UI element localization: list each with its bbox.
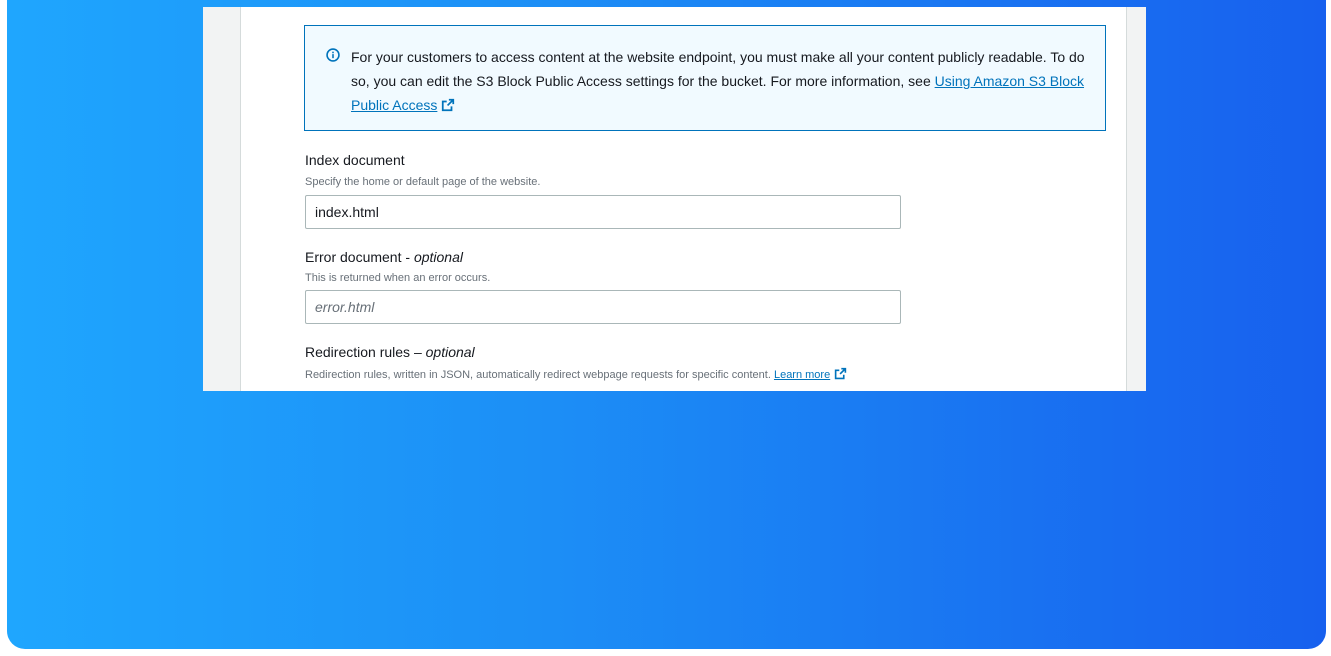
redirection-rules-label: Redirection rules – optional [305,344,475,360]
static-website-settings-panel: For your customers to access content at … [240,7,1127,391]
error-document-label: Error document - optional [305,249,463,265]
error-document-input[interactable] [305,290,901,324]
index-document-input[interactable] [305,195,901,229]
redirection-rules-optional-tag: optional [425,344,475,360]
redirection-rules-description-text: Redirection rules, written in JSON, auto… [305,369,771,381]
index-document-label: Index document [305,152,405,168]
redirection-rules-label-text: Redirection rules – [305,344,426,360]
external-link-icon[interactable] [834,367,847,380]
error-document-label-text: Error document - [305,249,414,265]
screenshot-frame: For your customers to access content at … [203,7,1146,391]
learn-more-link[interactable]: Learn more [774,369,830,381]
info-alert-text: For your customers to access content at … [351,45,1091,117]
info-circle-icon [326,48,340,62]
gradient-background: For your customers to access content at … [7,0,1326,649]
error-document-optional-tag: optional [413,249,463,265]
external-link-icon[interactable] [441,98,455,112]
redirection-rules-description: Redirection rules, written in JSON, auto… [305,367,847,381]
index-document-description: Specify the home or default page of the … [305,176,541,188]
info-alert: For your customers to access content at … [304,25,1106,131]
error-document-description: This is returned when an error occurs. [305,272,491,284]
